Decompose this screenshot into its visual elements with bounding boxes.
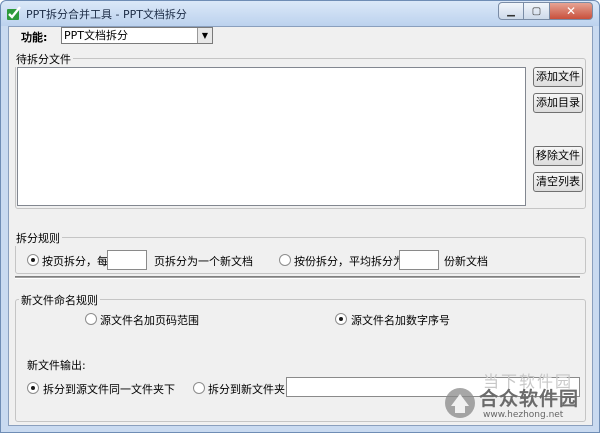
function-select[interactable]: PPT文档拆分 ▼	[61, 27, 213, 44]
minimize-icon: ▁	[507, 5, 515, 17]
name-number-radio[interactable]	[335, 313, 347, 325]
section-separator	[15, 276, 580, 279]
client-area: 功能: PPT文档拆分 ▼ 待拆分文件 添加文件 添加目录 移除文件 清空列表 …	[8, 26, 593, 426]
split-by-page-radio[interactable]	[27, 254, 39, 266]
hezhong-logo-icon	[445, 388, 475, 418]
watermark-title: 合众软件园	[479, 388, 580, 410]
naming-rules-title: 新文件命名规则	[19, 292, 100, 308]
split-by-page-label: 按页拆分，每	[42, 255, 108, 268]
window-title: PPT拆分合并工具 - PPT文档拆分	[26, 8, 187, 21]
add-directory-button[interactable]: 添加目录	[533, 93, 583, 113]
split-by-count-label: 按份拆分，平均拆分为	[294, 255, 404, 268]
file-listbox[interactable]	[17, 67, 526, 206]
app-window: PPT拆分合并工具 - PPT文档拆分 ▁ ▢ ✕ 功能: PPT文档拆分 ▼ …	[0, 0, 600, 433]
function-select-value: PPT文档拆分	[64, 29, 128, 42]
name-page-range-label: 源文件名加页码范围	[100, 314, 199, 327]
output-same-folder-radio[interactable]	[27, 382, 39, 394]
pages-per-file-input[interactable]	[107, 250, 147, 270]
name-number-label: 源文件名加数字序号	[351, 314, 450, 327]
maximize-button[interactable]: ▢	[524, 2, 550, 20]
split-by-count-radio[interactable]	[279, 254, 291, 266]
close-icon: ✕	[565, 4, 577, 18]
remove-file-button[interactable]: 移除文件	[533, 146, 583, 166]
chevron-down-icon[interactable]: ▼	[197, 28, 212, 43]
add-file-button[interactable]: 添加文件	[533, 67, 583, 87]
watermark: 当下软件园 合众软件园 www.hezhong.net	[443, 372, 593, 426]
clear-list-button[interactable]: 清空列表	[533, 172, 583, 192]
output-new-folder-label: 拆分到新文件夹:	[208, 383, 289, 396]
output-same-folder-label: 拆分到源文件同一文件夹下	[43, 383, 175, 396]
split-by-count-suffix: 份新文档	[444, 255, 488, 268]
name-page-range-radio[interactable]	[85, 313, 97, 325]
watermark-url: www.hezhong.net	[483, 410, 564, 420]
output-label: 新文件输出:	[27, 359, 86, 372]
output-new-folder-radio[interactable]	[193, 382, 205, 394]
title-bar[interactable]: PPT拆分合并工具 - PPT文档拆分 ▁ ▢ ✕	[1, 1, 599, 26]
maximize-icon: ▢	[531, 5, 542, 17]
function-label: 功能:	[21, 31, 48, 44]
close-button[interactable]: ✕	[550, 2, 593, 20]
split-rules-title: 拆分规则	[14, 230, 62, 246]
split-by-page-suffix: 页拆分为一个新文档	[154, 255, 253, 268]
window-controls: ▁ ▢ ✕	[498, 2, 593, 20]
file-count-input[interactable]	[399, 250, 439, 270]
files-group-title: 待拆分文件	[14, 51, 73, 67]
minimize-button[interactable]: ▁	[498, 2, 524, 20]
checkmark-app-icon	[7, 6, 21, 20]
